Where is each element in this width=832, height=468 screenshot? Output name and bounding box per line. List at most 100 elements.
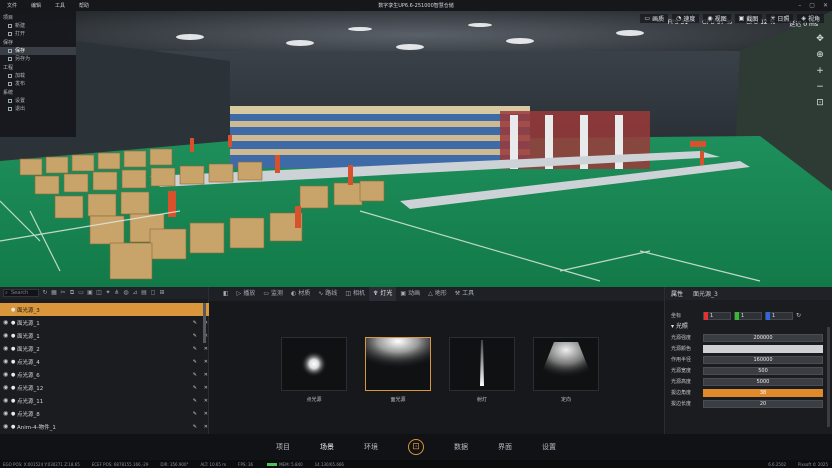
pin-icon[interactable]: ⊿ xyxy=(132,290,138,296)
width-field[interactable]: 500 xyxy=(703,366,823,375)
layer-row[interactable]: ◉ ● 点光源_11 ✎ ✕ xyxy=(0,394,209,407)
menu-item-load[interactable]: 加载 xyxy=(0,72,76,80)
tab-monitor[interactable]: ▭ 监测 xyxy=(259,287,287,301)
layers-icon[interactable]: ▦ xyxy=(51,290,57,296)
eye-icon[interactable]: ◉ xyxy=(3,371,11,378)
delete-icon[interactable]: ✕ xyxy=(204,424,208,430)
tab-tools[interactable]: ⚒ 工具 xyxy=(451,287,478,301)
lighting-section-header[interactable]: ▾ 光照 xyxy=(665,321,832,332)
y-field[interactable]: 1 xyxy=(734,311,762,320)
nav-environment[interactable]: 环境 xyxy=(364,442,378,452)
quality-button[interactable]: ▭ 画质 xyxy=(640,14,669,23)
color-field[interactable] xyxy=(703,344,823,353)
layer-row[interactable]: ◉ ● 点光源_12 ✎ ✕ xyxy=(0,381,209,394)
close-icon[interactable]: ✕ xyxy=(823,0,828,11)
speed-button[interactable]: ◔ 速度 xyxy=(672,14,700,23)
user-icon[interactable]: ◍ xyxy=(123,290,129,296)
sunlight-button[interactable]: ✳ 日照 xyxy=(766,14,794,23)
camera-icon[interactable]: ◫ xyxy=(96,290,102,296)
edit-icon[interactable]: ✎ xyxy=(193,398,197,404)
lock-icon[interactable]: ⊡ xyxy=(814,97,826,109)
tab-material[interactable]: ◐ 材质 xyxy=(287,287,314,301)
menu-edit[interactable]: 编辑 xyxy=(24,2,48,9)
menu-help[interactable]: 帮助 xyxy=(72,2,96,9)
light-card-spot[interactable]: 射灯 xyxy=(449,337,515,403)
chart-icon[interactable]: ▤ xyxy=(141,290,147,296)
delete-icon[interactable]: ✕ xyxy=(204,346,208,352)
perspective-button[interactable]: ◈ 视角 xyxy=(797,14,824,23)
eye-icon[interactable]: ◉ xyxy=(3,358,11,365)
copy-icon[interactable]: ⧉ xyxy=(69,290,75,296)
menu-tools[interactable]: 工具 xyxy=(48,2,72,9)
delete-icon[interactable]: ✕ xyxy=(204,359,208,365)
eye-icon[interactable]: ◉ xyxy=(3,423,11,430)
nav-settings[interactable]: 设置 xyxy=(542,442,556,452)
refresh-icon[interactable]: ↻ xyxy=(796,312,801,319)
nav-interface[interactable]: 界面 xyxy=(498,442,512,452)
light-icon[interactable]: ✦ xyxy=(105,290,111,296)
light-card-point[interactable]: 点光源 xyxy=(281,337,347,403)
edit-icon[interactable]: ✎ xyxy=(193,346,197,352)
height-field[interactable]: 5000 xyxy=(703,377,823,386)
tab-model[interactable]: ◧ xyxy=(219,287,233,301)
radius-field[interactable]: 160000 xyxy=(703,355,823,364)
maximize-icon[interactable]: ▢ xyxy=(809,0,815,11)
light-card-area[interactable]: 面光源 xyxy=(365,337,431,403)
nav-project[interactable]: 项目 xyxy=(276,442,290,452)
folder-icon[interactable]: ▭ xyxy=(78,290,84,296)
layer-row[interactable]: ◉ ● Anim-4-物件_1 ✎ ✕ xyxy=(0,420,209,433)
layer-row[interactable]: ◉●面光源_1✎✕ xyxy=(0,316,209,329)
edit-icon[interactable]: ✎ xyxy=(193,372,197,378)
delete-icon[interactable]: ✕ xyxy=(204,398,208,404)
tab-play[interactable]: ▷ 播放 xyxy=(233,287,260,301)
edit-icon[interactable]: ✎ xyxy=(193,424,197,430)
delete-icon[interactable]: ✕ xyxy=(204,411,208,417)
menu-item-open[interactable]: 打开 xyxy=(0,30,76,38)
move-alt-icon[interactable]: ⊕ xyxy=(814,49,826,61)
tree-icon[interactable]: ⋔ xyxy=(114,290,120,296)
menu-item-publish[interactable]: 发布 xyxy=(0,80,76,88)
eye-icon[interactable]: ◉ xyxy=(3,384,11,391)
menu-item-settings[interactable]: 设置 xyxy=(0,97,76,105)
layer-row[interactable]: ● 面光源_3 xyxy=(0,303,209,316)
tab-camera[interactable]: ◫ 相机 xyxy=(341,287,369,301)
light-card-directional[interactable]: 定向 xyxy=(533,337,599,403)
zoom-out-icon[interactable]: − xyxy=(814,81,826,93)
app-logo-icon[interactable]: ⊡ xyxy=(408,439,424,455)
properties-scrollbar[interactable] xyxy=(827,327,830,427)
image-icon[interactable]: ▣ xyxy=(87,290,93,296)
edit-icon[interactable]: ✎ xyxy=(193,320,197,326)
length-field[interactable]: 20 xyxy=(703,399,823,408)
grid-icon[interactable]: ⊞ xyxy=(159,290,165,296)
zoom-in-icon[interactable]: + xyxy=(814,65,826,77)
layer-row[interactable]: ◉ ● 面光源_2 ✎ ✕ xyxy=(0,342,209,355)
eye-icon[interactable]: ◉ xyxy=(3,345,11,352)
menu-file[interactable]: 文件 xyxy=(0,2,24,9)
folder-open-icon[interactable]: ◻ xyxy=(150,290,156,296)
z-field[interactable]: 1 xyxy=(765,311,793,320)
eye-icon[interactable]: ◉ xyxy=(3,397,11,404)
menu-item-new[interactable]: 新建 xyxy=(0,22,76,30)
eye-icon[interactable]: ◉ xyxy=(3,332,11,339)
3d-viewport[interactable]: FPS 31 GPU 97 % CPU 12 % 延迟 0 ms ✥ ⊕ + −… xyxy=(0,11,832,287)
view-button[interactable]: ◉ 视图 xyxy=(703,14,731,23)
menu-item-save-as[interactable]: 另存为 xyxy=(0,55,76,63)
edit-icon[interactable]: ✎ xyxy=(193,359,197,365)
cut-icon[interactable]: ✂ xyxy=(60,290,66,296)
refresh-icon[interactable]: ↻ xyxy=(42,290,48,296)
edit-icon[interactable]: ✎ xyxy=(193,333,197,339)
menu-item-exit[interactable]: 退出 xyxy=(0,105,76,113)
delete-icon[interactable]: ✕ xyxy=(204,385,208,391)
menu-item-save[interactable]: 保存 xyxy=(0,47,76,55)
nav-scene[interactable]: 场景 xyxy=(320,442,334,452)
eye-icon[interactable]: ◉ xyxy=(3,319,11,326)
layer-row[interactable]: ◉●面光源_1✎✕ xyxy=(0,329,209,342)
nav-data[interactable]: 数据 xyxy=(454,442,468,452)
tab-route[interactable]: ∿ 路线 xyxy=(314,287,341,301)
edit-icon[interactable]: ✎ xyxy=(193,411,197,417)
delete-icon[interactable]: ✕ xyxy=(204,372,208,378)
eye-icon[interactable]: ◉ xyxy=(3,410,11,417)
tab-animation[interactable]: ▣ 动画 xyxy=(396,287,424,301)
angle-field[interactable]: 38 xyxy=(703,388,823,397)
tab-terrain[interactable]: △ 地形 xyxy=(424,287,451,301)
